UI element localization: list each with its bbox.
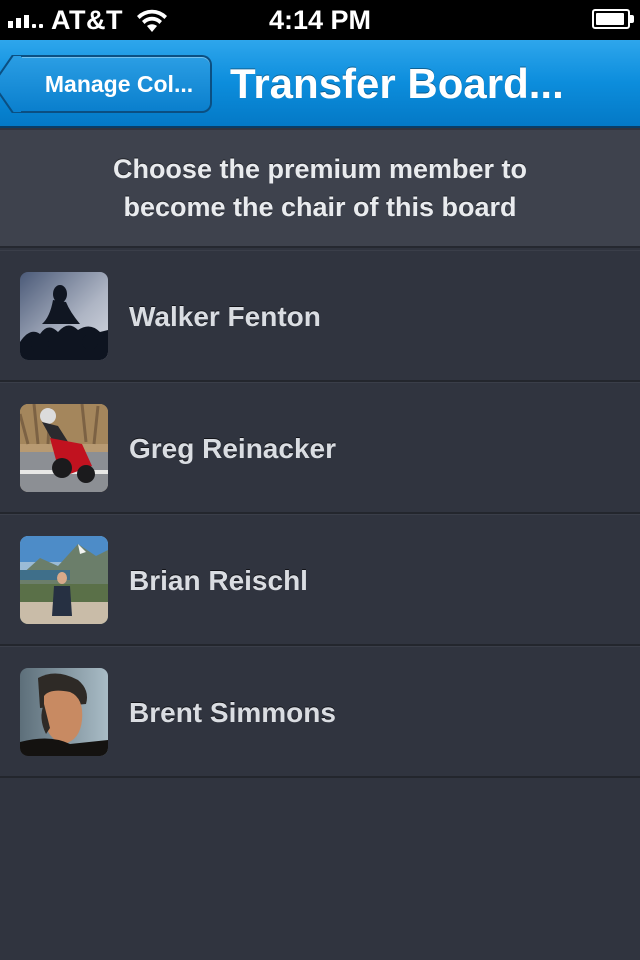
navigation-bar: Manage Col... Transfer Board... <box>0 40 640 128</box>
member-row-greg-reinacker[interactable]: Greg Reinacker <box>0 382 640 514</box>
battery-icon <box>592 9 634 29</box>
avatar <box>20 404 108 492</box>
member-row-brent-simmons[interactable]: Brent Simmons <box>0 646 640 778</box>
status-time: 4:14 PM <box>268 5 372 35</box>
instruction-text: Choose the premium member to become the … <box>0 130 640 248</box>
status-bar: AT&T 4:14 PM <box>0 0 640 40</box>
member-name: Greg Reinacker <box>129 433 336 464</box>
back-button[interactable]: Manage Col... <box>0 55 212 113</box>
avatar <box>20 668 108 756</box>
member-name: Brian Reischl <box>129 565 308 596</box>
page-title: Transfer Board... <box>230 60 564 107</box>
avatar <box>20 272 108 360</box>
member-list: Walker Fenton Greg Reinacker Brian Reisc… <box>0 250 640 778</box>
member-name: Walker Fenton <box>129 301 321 332</box>
avatar <box>20 536 108 624</box>
member-row-brian-reischl[interactable]: Brian Reischl <box>0 514 640 646</box>
back-button-label: Manage Col... <box>44 70 194 97</box>
member-name: Brent Simmons <box>129 697 336 728</box>
member-row-walker-fenton[interactable]: Walker Fenton <box>0 250 640 382</box>
battery-fill <box>596 13 624 25</box>
back-arrow-icon <box>0 55 22 113</box>
